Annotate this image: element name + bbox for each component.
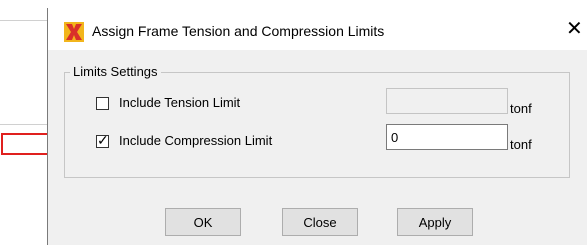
close-button[interactable]: Close xyxy=(282,208,358,236)
tension-limit-input[interactable] xyxy=(386,88,508,114)
tension-unit: tonf xyxy=(510,101,532,116)
include-tension-label: Include Tension Limit xyxy=(119,95,241,110)
window-title: Assign Frame Tension and Compression Lim… xyxy=(92,23,385,39)
title-bar: Assign Frame Tension and Compression Lim… xyxy=(48,8,587,50)
assign-limits-dialog: Assign Frame Tension and Compression Lim… xyxy=(47,8,587,245)
include-tension-checkbox[interactable] xyxy=(96,97,109,110)
group-title: Limits Settings xyxy=(70,64,161,79)
ok-button[interactable]: OK xyxy=(165,208,241,236)
app-icon xyxy=(64,22,84,42)
include-compression-checkbox[interactable]: ✓ xyxy=(96,132,109,148)
compression-limit-input[interactable] xyxy=(386,124,508,150)
checkmark-icon: ✓ xyxy=(97,132,109,148)
include-compression-label: Include Compression Limit xyxy=(119,133,273,148)
compression-unit: tonf xyxy=(510,137,532,152)
close-icon[interactable]: ✕ xyxy=(566,19,583,39)
apply-button[interactable]: Apply xyxy=(397,208,473,236)
background-window-edge xyxy=(0,20,50,21)
